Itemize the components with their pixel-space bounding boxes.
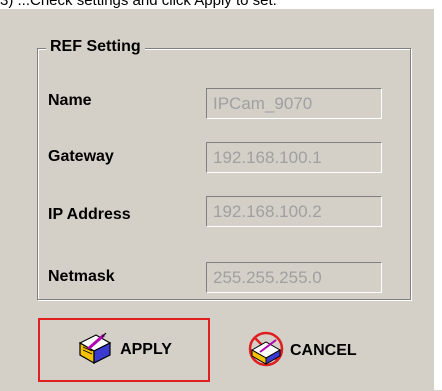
netmask-label: Netmask — [48, 268, 115, 285]
netmask-field[interactable]: 255.255.255.0 — [206, 262, 382, 293]
ip-address-label: IP Address — [48, 206, 131, 223]
apply-button[interactable]: APPLY — [38, 318, 210, 382]
name-label: Name — [48, 92, 92, 109]
groupbox-legend: REF Setting — [46, 38, 145, 56]
cancel-stamp-icon — [246, 330, 286, 373]
dialog-edge — [434, 8, 442, 390]
cancel-label: CANCEL — [290, 342, 357, 359]
apply-label: APPLY — [120, 341, 172, 358]
notebook-pen-icon — [76, 331, 114, 370]
cancel-button[interactable]: CANCEL — [246, 330, 357, 372]
caption-text: 3) ...Check settings and click Apply to … — [0, 0, 442, 8]
gateway-field[interactable]: 192.168.100.1 — [206, 142, 382, 173]
gateway-label: Gateway — [48, 148, 114, 165]
ip-address-field[interactable]: 192.168.100.2 — [206, 196, 382, 227]
name-field[interactable]: IPCam_9070 — [206, 88, 382, 119]
